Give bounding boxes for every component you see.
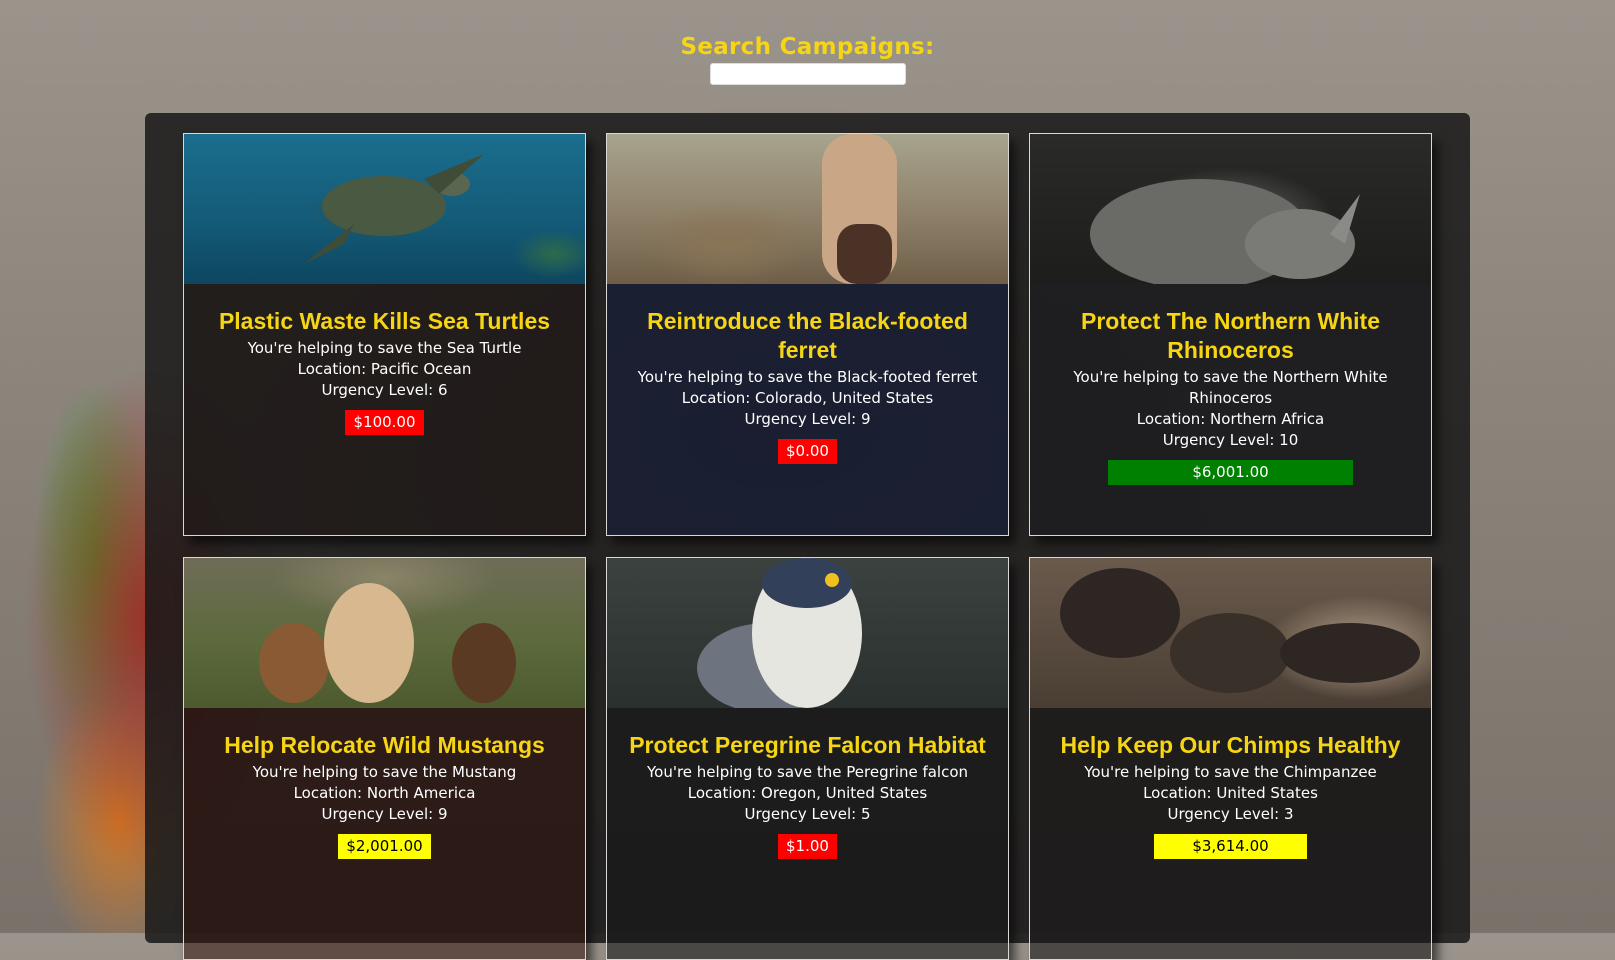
campaign-card-rhinoceros[interactable]: Protect The Northern White Rhinoceros Yo…	[1029, 133, 1432, 536]
campaign-title: Protect The Northern White Rhinoceros	[1080, 308, 1380, 363]
campaign-title: Help Keep Our Chimps Healthy	[1060, 732, 1401, 758]
campaign-grid: Plastic Waste Kills Sea Turtles You're h…	[183, 133, 1432, 960]
campaign-card-falcon[interactable]: Protect Peregrine Falcon Habitat You're …	[606, 557, 1009, 960]
campaign-amount-badge: $1.00	[778, 834, 837, 859]
mustangs-photo	[184, 558, 585, 708]
campaign-amount-badge: $0.00	[778, 439, 837, 464]
campaign-location: Location: North America	[293, 784, 476, 802]
campaign-urgency: Urgency Level: 10	[1162, 431, 1299, 449]
campaign-urgency: Urgency Level: 5	[744, 805, 871, 823]
campaign-save-text: You're helping to save the Black-footed …	[637, 368, 978, 386]
campaign-urgency: Urgency Level: 9	[321, 805, 448, 823]
campaign-title: Protect Peregrine Falcon Habitat	[629, 732, 986, 758]
campaign-save-text: You're helping to save the Sea Turtle	[247, 339, 522, 357]
sea-turtle-photo	[184, 134, 585, 284]
campaign-location: Location: Pacific Ocean	[297, 360, 472, 378]
campaign-amount-badge: $6,001.00	[1108, 460, 1353, 485]
campaigns-panel: Plastic Waste Kills Sea Turtles You're h…	[145, 113, 1470, 960]
campaign-amount-badge: $100.00	[345, 410, 424, 435]
ferret-photo	[607, 134, 1008, 284]
search-area: Search Campaigns:	[0, 34, 1615, 85]
campaign-urgency: Urgency Level: 3	[1167, 805, 1294, 823]
campaign-save-text: You're helping to save the Mustang	[252, 763, 517, 781]
campaign-card-chimpanzee[interactable]: Help Keep Our Chimps Healthy You're help…	[1029, 557, 1432, 960]
campaign-title: Help Relocate Wild Mustangs	[224, 732, 545, 758]
rhinoceros-photo	[1030, 134, 1431, 284]
campaign-title: Reintroduce the Black-footed ferret	[647, 308, 968, 363]
falcon-photo	[607, 558, 1008, 708]
campaign-save-text: You're helping to save the Chimpanzee	[1084, 763, 1377, 781]
campaign-location: Location: Colorado, United States	[681, 389, 934, 407]
campaign-amount-badge: $3,614.00	[1154, 834, 1307, 859]
campaign-title: Plastic Waste Kills Sea Turtles	[218, 308, 551, 334]
campaign-location: Location: Oregon, United States	[687, 784, 928, 802]
campaign-amount-badge: $2,001.00	[338, 834, 431, 859]
campaign-urgency: Urgency Level: 6	[321, 381, 448, 399]
chimpanzee-photo	[1030, 558, 1431, 708]
campaign-card-mustangs[interactable]: Help Relocate Wild Mustangs You're helpi…	[183, 557, 586, 960]
campaign-card-ferret[interactable]: Reintroduce the Black-footed ferret You'…	[606, 133, 1009, 536]
campaign-urgency: Urgency Level: 9	[744, 410, 871, 428]
search-input[interactable]	[709, 63, 906, 85]
campaign-location: Location: United States	[1143, 784, 1318, 802]
campaign-save-text: You're helping to save the Northern Whit…	[1073, 368, 1388, 407]
campaign-card-sea-turtle[interactable]: Plastic Waste Kills Sea Turtles You're h…	[183, 133, 586, 536]
search-label: Search Campaigns:	[680, 34, 935, 60]
campaign-location: Location: Northern Africa	[1136, 410, 1325, 428]
campaign-save-text: You're helping to save the Peregrine fal…	[646, 763, 969, 781]
